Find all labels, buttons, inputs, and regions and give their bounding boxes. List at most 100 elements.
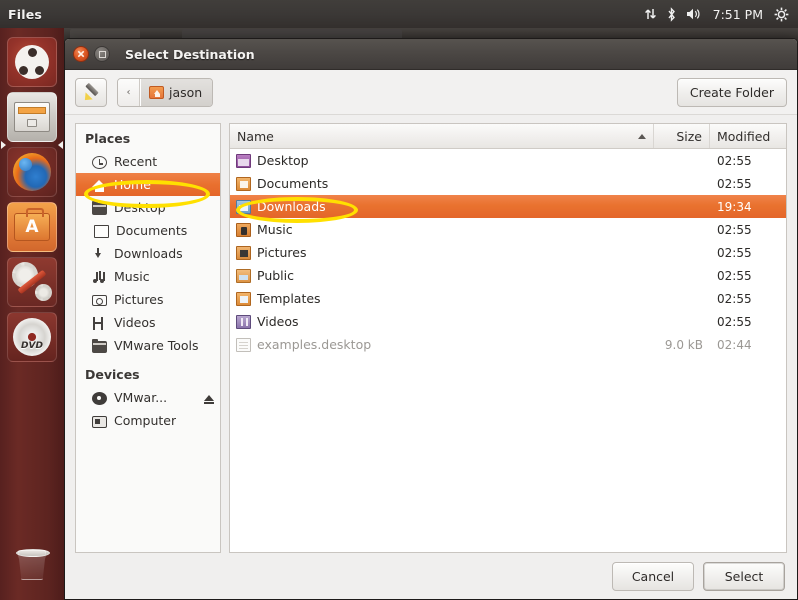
home-icon: [92, 179, 107, 192]
table-row[interactable]: Desktop 02:55: [230, 149, 786, 172]
breadcrumb-item-jason[interactable]: jason: [140, 78, 213, 106]
select-button[interactable]: Select: [703, 561, 785, 591]
file-name-label: Templates: [257, 291, 321, 306]
unity-launcher: A: [0, 28, 64, 600]
sidebar-item-recent[interactable]: Recent: [76, 150, 220, 173]
file-name-cell: Templates: [230, 291, 654, 306]
sidebar-item-desktop[interactable]: Desktop: [76, 196, 220, 219]
launcher-item-trash[interactable]: [7, 540, 57, 590]
sidebar-item-computer[interactable]: Computer: [76, 409, 220, 432]
table-row[interactable]: Documents 02:55: [230, 172, 786, 195]
file-modified-cell: 02:55: [717, 268, 752, 283]
table-row[interactable]: Music 02:55: [230, 218, 786, 241]
home-folder-icon: [149, 85, 164, 99]
folder-templates-icon: [236, 291, 251, 306]
column-header-size-label: Size: [676, 128, 702, 144]
file-name-label: Public: [257, 268, 294, 283]
create-folder-button[interactable]: Create Folder: [676, 77, 787, 107]
desktop-screen: Files 7:51 PM A DVD Select Destination ‹…: [0, 0, 798, 600]
maximize-icon[interactable]: [94, 46, 110, 62]
sidebar-item-downloads[interactable]: Downloads: [76, 242, 220, 265]
table-row[interactable]: examples.desktop 9.0 kB 02:44: [230, 333, 786, 356]
bluetooth-icon[interactable]: [666, 6, 677, 22]
dialog-titlebar[interactable]: Select Destination: [65, 39, 797, 70]
file-name-cell: Public: [230, 268, 654, 283]
file-modified-cell: 02:55: [717, 222, 752, 237]
table-row[interactable]: Videos 02:55: [230, 310, 786, 333]
file-name-label: Downloads: [257, 199, 326, 214]
sidebar-item-vmware-drive[interactable]: VMwar...: [76, 386, 220, 409]
gear-small-icon: [35, 284, 52, 301]
file-modified-cell: 02:55: [717, 153, 752, 168]
launcher-item-system-settings[interactable]: [7, 257, 57, 307]
file-name-cell: Music: [230, 222, 654, 237]
launcher-item-ubuntu-dash[interactable]: [7, 37, 57, 87]
eject-icon[interactable]: [204, 394, 214, 404]
sidebar-item-label: VMwar...: [114, 390, 168, 405]
sidebar-item-label: VMware Tools: [114, 338, 199, 353]
music-note-icon: [92, 271, 107, 284]
breadcrumb: ‹ jason: [117, 77, 214, 107]
launcher-item-files[interactable]: [7, 92, 57, 142]
sidebar-item-music[interactable]: Music: [76, 265, 220, 288]
type-location-button[interactable]: [75, 77, 107, 107]
sort-ascending-icon: [638, 133, 646, 139]
sidebar-item-label: Documents: [116, 223, 188, 238]
file-name-cell: Desktop: [230, 153, 654, 168]
panel-clock[interactable]: 7:51 PM: [711, 7, 765, 22]
folder-public-icon: [236, 268, 251, 283]
gear-icon[interactable]: [774, 7, 789, 22]
sidebar-item-vmware-tools[interactable]: VMware Tools: [76, 334, 220, 357]
maximize-square: [98, 50, 106, 58]
document-icon: [94, 224, 109, 238]
dvd-disc-icon: [13, 318, 51, 356]
file-name-cell: examples.desktop: [230, 337, 654, 352]
pencil-icon: [83, 84, 100, 101]
launcher-item-ubuntu-software[interactable]: A: [7, 202, 57, 252]
file-manager-icon: [14, 102, 50, 132]
sidebar-item-home[interactable]: Home: [76, 173, 220, 196]
column-header-name-label: Name: [237, 128, 274, 144]
film-icon: [92, 316, 107, 330]
dialog-toolbar: ‹ jason Create Folder: [65, 70, 797, 115]
folder-desktop-icon: [236, 153, 251, 168]
dialog-title: Select Destination: [125, 46, 255, 62]
places-sidebar: Places Recent Home Desktop Documents Dow…: [75, 123, 221, 553]
disc-icon: [92, 391, 107, 405]
breadcrumb-item-label: jason: [169, 84, 203, 100]
volume-icon[interactable]: [686, 7, 702, 21]
file-name-cell: Videos: [230, 314, 654, 329]
column-header-modified[interactable]: Modified: [710, 124, 786, 148]
launcher-item-dvd-drive[interactable]: [7, 312, 57, 362]
download-arrow-icon: [92, 247, 107, 261]
file-modified-cell: 02:55: [717, 291, 752, 306]
folder-music-icon: [236, 222, 251, 237]
panel-app-title[interactable]: Files: [8, 7, 42, 22]
sidebar-item-pictures[interactable]: Pictures: [76, 288, 220, 311]
sidebar-item-label: Music: [114, 269, 150, 284]
folder-pictures-icon: [236, 245, 251, 260]
sidebar-item-documents[interactable]: Documents: [76, 219, 220, 242]
camera-icon: [92, 295, 107, 306]
dialog-footer: Cancel Select: [65, 553, 797, 599]
trash-bin-icon: [18, 550, 46, 580]
sidebar-heading-places: Places: [85, 131, 131, 146]
file-name-cell: Pictures: [230, 245, 654, 260]
file-name-label: Pictures: [257, 245, 307, 260]
launcher-item-firefox[interactable]: [7, 147, 57, 197]
cancel-button[interactable]: Cancel: [612, 561, 694, 591]
network-updown-icon[interactable]: [644, 7, 657, 21]
table-row[interactable]: Templates 02:55: [230, 287, 786, 310]
table-row[interactable]: Pictures 02:55: [230, 241, 786, 264]
breadcrumb-back-chevron-icon[interactable]: ‹: [118, 78, 140, 106]
sidebar-item-label: Recent: [114, 154, 158, 169]
table-row[interactable]: Downloads 19:34: [230, 195, 786, 218]
sidebar-item-videos[interactable]: Videos: [76, 311, 220, 334]
folder-documents-icon: [236, 176, 251, 191]
column-header-name[interactable]: Name: [230, 124, 654, 148]
folder-videos-icon: [236, 314, 251, 329]
table-row[interactable]: Public 02:55: [230, 264, 786, 287]
select-destination-dialog: Select Destination ‹ jason Create Folder…: [64, 38, 798, 600]
column-header-size[interactable]: Size: [654, 124, 710, 148]
close-icon[interactable]: [73, 46, 89, 62]
